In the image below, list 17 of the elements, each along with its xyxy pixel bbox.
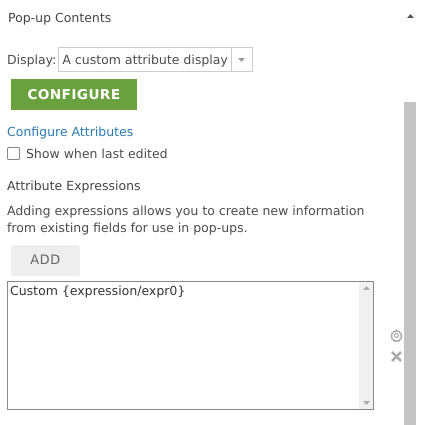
configure-attributes-link[interactable]: Configure Attributes bbox=[7, 124, 134, 139]
scroll-down-icon[interactable] bbox=[362, 401, 370, 405]
settings-icon[interactable] bbox=[390, 329, 403, 342]
display-dropdown[interactable]: A custom attribute display bbox=[58, 47, 253, 72]
expression-list[interactable]: Custom {expression/expr0} bbox=[7, 281, 374, 410]
scrollbar-thumb[interactable] bbox=[404, 102, 416, 425]
section-title: Attribute Expressions bbox=[7, 178, 142, 193]
section-title: Pop-up Contents bbox=[8, 10, 112, 25]
caret-icon[interactable] bbox=[238, 58, 246, 62]
close-icon[interactable] bbox=[391, 351, 402, 362]
scroll-up-icon[interactable] bbox=[406, 14, 414, 18]
checkbox-label: Show when last edited bbox=[26, 146, 168, 161]
add-button[interactable]: ADD bbox=[11, 245, 80, 276]
checkbox[interactable] bbox=[7, 147, 20, 160]
list-item[interactable]: Custom {expression/expr0} bbox=[8, 282, 188, 299]
description-text: Adding expressions allows you to create new information from existing fields for use in pop-ups. bbox=[7, 202, 366, 236]
display-label: Display: bbox=[7, 52, 56, 67]
